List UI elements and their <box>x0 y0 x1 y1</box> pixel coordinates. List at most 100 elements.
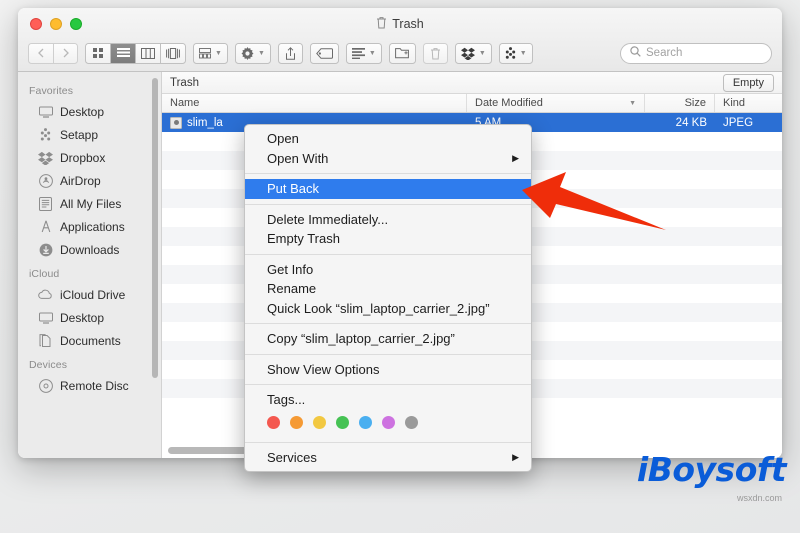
cloud-icon <box>38 287 53 302</box>
delete-icon[interactable] <box>422 42 448 64</box>
menu-item-label: Quick Look “slim_laptop_carrier_2.jpg” <box>267 300 490 316</box>
tag-color-yellow[interactable] <box>313 415 326 429</box>
menu-separator <box>245 203 531 205</box>
gallery-icon[interactable] <box>160 42 186 64</box>
sidebar-item-label: Downloads <box>60 242 120 257</box>
share-icon[interactable] <box>277 42 303 64</box>
sidebar-item-label: Documents <box>60 333 121 348</box>
menu-item-label: Open With <box>267 150 329 166</box>
column-header-size[interactable]: Size <box>645 94 715 112</box>
menu-item-quick-look[interactable]: Quick Look “slim_laptop_carrier_2.jpg” <box>245 299 531 319</box>
column-header-name[interactable]: Name <box>162 94 467 112</box>
tag-color-purple[interactable] <box>382 415 395 429</box>
window-title-text: Trash <box>392 17 424 31</box>
tag-color-green[interactable] <box>336 415 349 429</box>
finder-toolbar: ▼ ▼ ▼ ▼ ▼ Search <box>18 36 782 70</box>
all-my-files-icon <box>38 196 53 211</box>
group-by-icon[interactable]: ▼ <box>193 42 228 64</box>
watermark: iBoysoft wsxdn.com <box>637 453 787 503</box>
arrange-icon[interactable]: ▼ <box>345 42 382 64</box>
trash-icon <box>376 16 387 32</box>
menu-item-label: Get Info <box>267 261 314 277</box>
file-kind-cell: JPEG <box>723 116 754 129</box>
menu-separator <box>245 384 531 385</box>
sidebar-item-label: All My Files <box>60 196 122 211</box>
sidebar-section-favorites-title: Favorites <box>29 85 74 97</box>
tag-icon[interactable] <box>309 42 339 64</box>
tag-color-orange[interactable] <box>290 415 303 429</box>
sidebar-item-label: Remote Disc <box>60 378 129 393</box>
menu-item-put-back[interactable]: Put Back <box>245 179 531 199</box>
sidebar-item-all-my-files[interactable]: All My Files <box>18 192 161 215</box>
menu-item-services[interactable]: Services ▶ <box>245 448 531 468</box>
menu-item-copy[interactable]: Copy “slim_laptop_carrier_2.jpg” <box>245 329 531 349</box>
grid-icon[interactable] <box>85 42 110 64</box>
sidebar-item-remote-disc[interactable]: Remote Disc <box>18 374 161 397</box>
view-mode-buttons <box>85 42 186 64</box>
menu-item-label: Open <box>267 131 299 147</box>
menu-item-rename[interactable]: Rename <box>245 279 531 299</box>
sidebar-scrollbar[interactable] <box>152 78 158 378</box>
annotation-arrow <box>520 168 670 253</box>
sidebar-item-label: Desktop <box>60 104 105 119</box>
column-header-date-modified[interactable]: Date Modified ▼ <box>467 94 645 112</box>
sidebar-item-dropbox[interactable]: Dropbox <box>18 146 161 169</box>
column-header-kind[interactable]: Kind <box>715 94 782 112</box>
file-size-cell: 24 KB <box>675 116 707 129</box>
sidebar-item-applications[interactable]: Applications <box>18 215 161 238</box>
menu-item-label: Put Back <box>267 181 320 197</box>
gear-icon[interactable]: ▼ <box>234 42 271 64</box>
chevron-down-icon: ▼ <box>629 99 636 107</box>
tag-color-gray[interactable] <box>405 415 418 429</box>
menu-item-delete-immediately[interactable]: Delete Immediately... <box>245 210 531 230</box>
window-titlebar: Trash ▼ ▼ ▼ ▼ ▼ Search <box>18 8 782 72</box>
sidebar-section-icloud-title: iCloud <box>29 268 60 280</box>
columns-icon[interactable] <box>135 42 160 64</box>
new-folder-icon[interactable] <box>388 42 416 64</box>
empty-trash-button[interactable]: Empty <box>722 73 774 92</box>
chevron-down-icon: ▼ <box>478 49 486 57</box>
menu-item-get-info[interactable]: Get Info <box>245 260 531 280</box>
menu-item-tags[interactable]: Tags... <box>245 390 531 410</box>
menu-item-label: Services <box>267 449 317 465</box>
sidebar-item-icloud-drive[interactable]: iCloud Drive <box>18 283 161 306</box>
tag-color-blue[interactable] <box>359 415 372 429</box>
sidebar-item-setapp[interactable]: Setapp <box>18 123 161 146</box>
sidebar-item-documents[interactable]: Documents <box>18 329 161 352</box>
forward-button[interactable] <box>53 42 78 64</box>
dropbox-icon <box>38 150 53 165</box>
menu-separator <box>245 441 531 443</box>
context-menu: Open Open With ▶ Put Back Delete Immedia… <box>244 124 532 472</box>
breadcrumb: Trash <box>170 76 199 89</box>
menu-item-open-with[interactable]: Open With ▶ <box>245 149 531 169</box>
setapp-icon[interactable]: ▼ <box>498 42 533 64</box>
search-field[interactable]: Search <box>620 42 772 64</box>
menu-item-show-view-options[interactable]: Show View Options <box>245 360 531 380</box>
column-headers: Name Date Modified ▼ Size Kind <box>162 94 782 113</box>
menu-item-open[interactable]: Open <box>245 129 531 149</box>
sidebar-item-label: iCloud Drive <box>60 287 126 302</box>
sidebar-item-desktop[interactable]: Desktop <box>18 100 161 123</box>
setapp-icon <box>38 127 53 142</box>
chevron-down-icon: ▼ <box>368 49 376 57</box>
tag-color-red[interactable] <box>267 415 280 429</box>
dropbox-icon[interactable]: ▼ <box>454 42 492 64</box>
sidebar-item-icloud-desktop[interactable]: Desktop <box>18 306 161 329</box>
menu-item-empty-trash[interactable]: Empty Trash <box>245 229 531 249</box>
sidebar-item-airdrop[interactable]: AirDrop <box>18 169 161 192</box>
menu-item-label: Rename <box>267 281 317 297</box>
documents-icon <box>38 333 53 348</box>
sidebar: Favorites Desktop Setapp Dropbox AirDrop… <box>18 72 162 458</box>
menu-separator <box>245 323 531 324</box>
list-icon[interactable] <box>110 42 135 64</box>
sidebar-item-label: Setapp <box>60 127 99 142</box>
jpeg-file-icon <box>170 116 182 129</box>
sidebar-item-label: Desktop <box>60 310 105 325</box>
sidebar-item-downloads[interactable]: Downloads <box>18 238 161 261</box>
window-title: Trash <box>18 16 782 32</box>
sidebar-section-devices-title: Devices <box>29 359 68 371</box>
back-button[interactable] <box>28 42 53 64</box>
desktop-icon <box>38 104 53 119</box>
menu-item-label: Delete Immediately... <box>267 211 389 227</box>
chevron-down-icon: ▼ <box>215 49 222 57</box>
